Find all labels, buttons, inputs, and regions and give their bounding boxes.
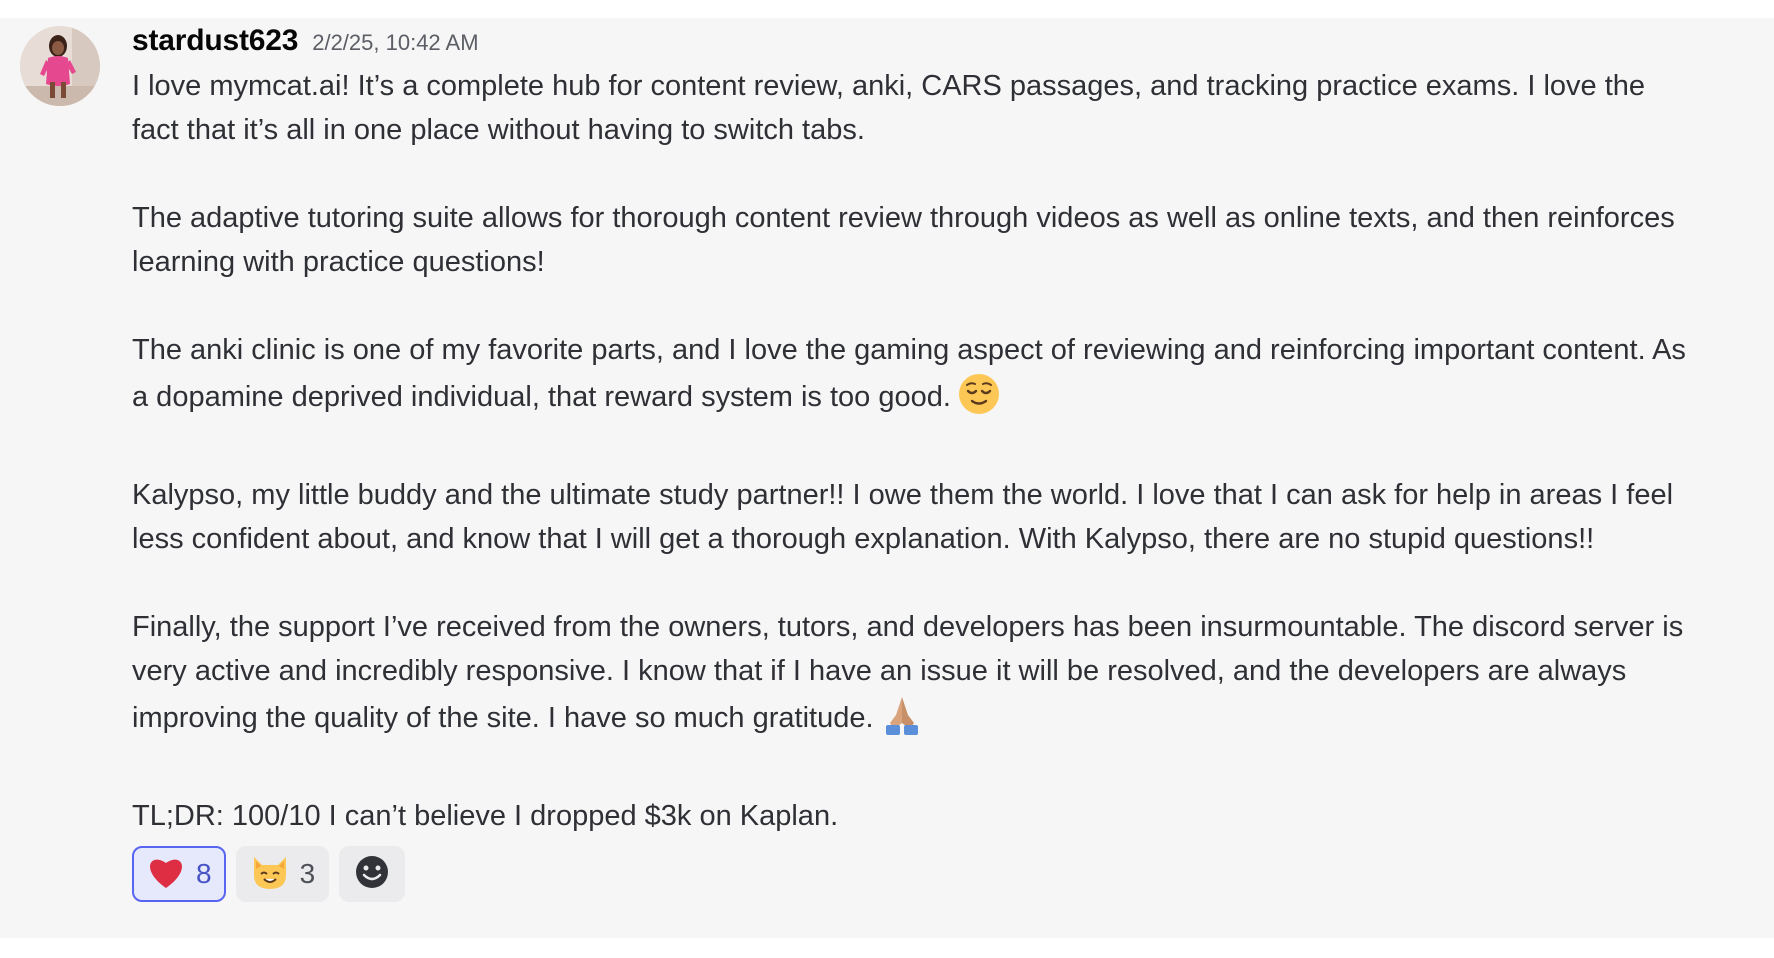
username[interactable]: stardust623: [132, 24, 298, 58]
reaction-heart[interactable]: 8: [132, 846, 226, 902]
message-paragraph-3: The anki clinic is one of my favorite pa…: [132, 328, 1692, 429]
avatar[interactable]: [20, 26, 100, 106]
smiley-add-reaction-icon: [354, 854, 390, 895]
add-reaction-button[interactable]: [339, 846, 406, 902]
cat-face-icon: [250, 853, 290, 896]
message-paragraph-6: TL;DR: 100/10 I can’t believe I dropped …: [132, 800, 839, 832]
timestamp[interactable]: 2/2/25, 10:42 AM: [312, 30, 478, 56]
reaction-count: 8: [196, 858, 212, 889]
relieved-face-emoji[interactable]: [957, 372, 1001, 429]
heart-icon: [146, 854, 186, 895]
reactions-bar: 8 3: [132, 846, 1692, 902]
message-paragraph-2: The adaptive tutoring suite allows for t…: [132, 202, 1675, 278]
message-paragraph-4: Kalypso, my little buddy and the ultimat…: [132, 479, 1674, 555]
message-container: stardust623 2/2/25, 10:42 AM I love mymc…: [0, 18, 1774, 938]
message-paragraph-5: Finally, the support I’ve received from …: [132, 605, 1692, 750]
message-content: stardust623 2/2/25, 10:42 AM I love mymc…: [132, 24, 1692, 902]
reaction-count: 3: [299, 858, 316, 889]
message-header: stardust623 2/2/25, 10:42 AM: [132, 24, 1692, 64]
message-paragraph-3-text: The anki clinic is one of my favorite pa…: [132, 334, 1686, 413]
message-paragraph-1: I love mymcat.ai! It’s a complete hub fo…: [132, 70, 1646, 146]
avatar-image: [20, 26, 100, 106]
reaction-cat[interactable]: 3: [235, 846, 330, 902]
folded-hands-emoji[interactable]: [880, 693, 924, 750]
